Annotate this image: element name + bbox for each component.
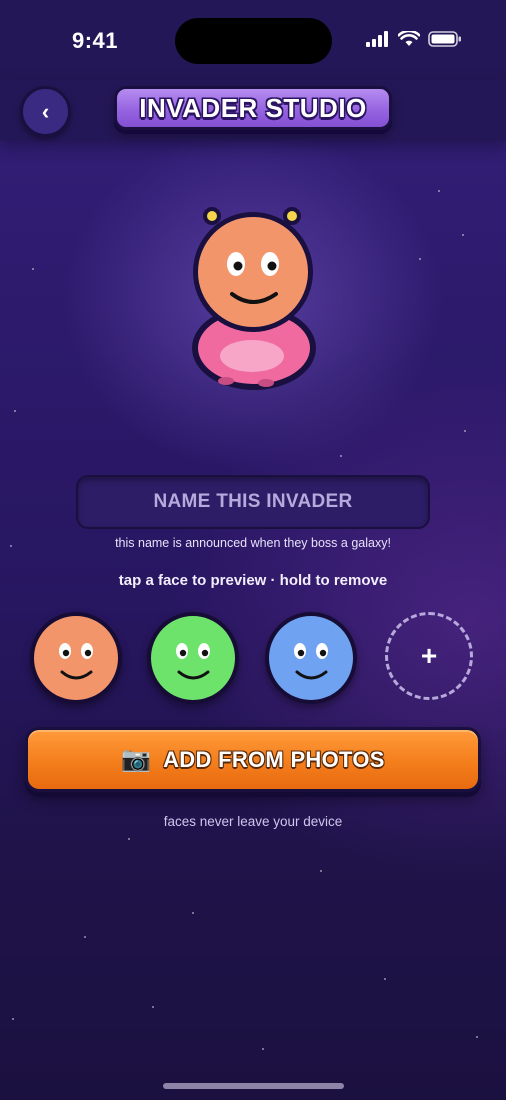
dynamic-island xyxy=(175,18,332,64)
name-hint-text: this name is announced when they boss a … xyxy=(115,536,391,550)
star xyxy=(320,870,322,872)
star xyxy=(340,455,342,457)
page-title: INVADER STUDIO xyxy=(139,92,367,123)
star xyxy=(464,430,466,432)
invader-pupil-right xyxy=(267,261,277,271)
camera-icon: 📷 xyxy=(121,746,152,773)
status-time: 9:41 xyxy=(72,28,119,53)
face-slot-blue[interactable] xyxy=(265,612,357,704)
plus-icon: + xyxy=(420,640,438,671)
star xyxy=(192,912,194,914)
faces-instructions: tap a face to preview · hold to remove xyxy=(118,572,388,589)
home-indicator[interactable] xyxy=(163,1083,344,1089)
invader-belly xyxy=(220,340,284,372)
add-from-photos-button[interactable]: 📷 ADD FROM PHOTOS xyxy=(25,727,481,792)
star xyxy=(32,268,34,270)
status-bar: 9:41 xyxy=(0,0,506,80)
star xyxy=(262,1048,264,1050)
page-title-pill: INVADER STUDIO xyxy=(114,86,392,130)
star xyxy=(476,1036,478,1038)
invader-pupil-left xyxy=(233,261,243,271)
invader-foot xyxy=(258,379,274,387)
back-button[interactable]: ‹ xyxy=(20,86,71,137)
invader-studio-screen: 9:41 ‹ INVADER STUDIO NAME THIS INVADER … xyxy=(0,0,506,1100)
antenna-left-tip xyxy=(207,211,217,221)
face-slot-orange[interactable] xyxy=(30,612,122,704)
star xyxy=(128,838,130,840)
star xyxy=(438,190,440,192)
star xyxy=(384,978,386,980)
face-slot-green[interactable] xyxy=(147,612,239,704)
smiley-face-icon xyxy=(59,643,93,680)
star xyxy=(462,234,464,236)
star xyxy=(12,1018,14,1020)
status-icons xyxy=(366,31,462,47)
add-from-photos-label: ADD FROM PHOTOS xyxy=(163,746,385,772)
star xyxy=(14,410,16,412)
chevron-left-icon: ‹ xyxy=(41,98,50,124)
battery-icon xyxy=(428,31,461,47)
privacy-note: faces never leave your device xyxy=(163,814,343,829)
star xyxy=(419,258,421,260)
wifi-icon xyxy=(398,31,420,46)
smiley-face-icon xyxy=(294,643,328,680)
cellular-signal-icon xyxy=(366,31,388,47)
antenna-right-tip xyxy=(287,211,297,221)
invader-head xyxy=(198,217,308,327)
smiley-face-icon xyxy=(176,643,210,680)
invader-name-input[interactable] xyxy=(76,475,430,529)
header-bar: ‹ INVADER STUDIO xyxy=(0,80,506,141)
invader-foot xyxy=(218,377,234,385)
star xyxy=(152,1006,154,1008)
invader-preview xyxy=(192,207,316,390)
add-face-button[interactable]: + xyxy=(385,612,473,700)
star xyxy=(84,936,86,938)
